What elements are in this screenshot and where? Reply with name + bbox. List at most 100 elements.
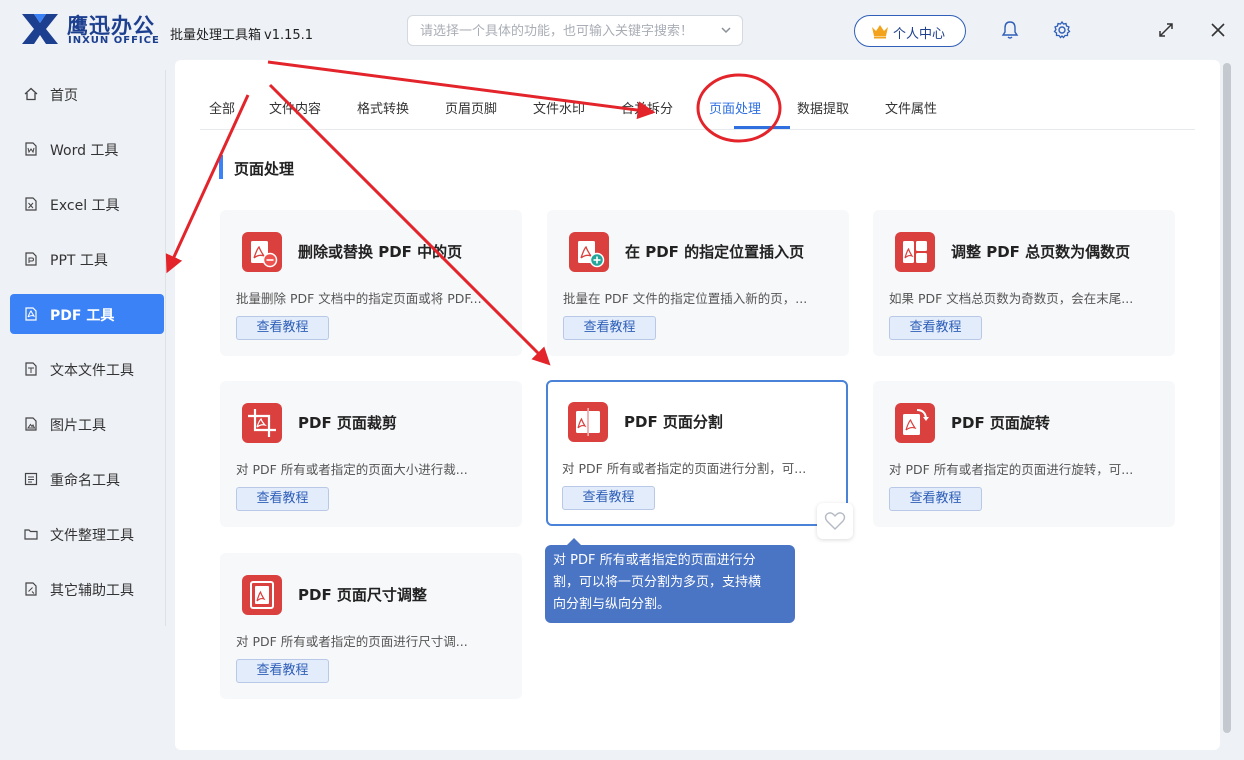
main-scrollbar[interactable] xyxy=(1221,60,1233,750)
tooltip-line: 对 PDF 所有或者指定的页面进行分 xyxy=(553,553,756,568)
tool-card-crop-pages[interactable]: PDF 页面裁剪 对 PDF 所有或者指定的页面大小进行裁... 查看教程 xyxy=(220,381,522,527)
app-title: 批量处理工具箱 v1.15.1 xyxy=(170,28,314,43)
user-center-button[interactable]: 个人中心 xyxy=(854,15,966,47)
maximize-icon[interactable] xyxy=(1156,20,1176,40)
tab-page-processing[interactable]: 页面处理 xyxy=(709,98,761,117)
tool-card-even-pages[interactable]: 调整 PDF 总页数为偶数页 如果 PDF 文档总页数为奇数页，会在末尾... … xyxy=(873,210,1175,356)
sidebar-item-label: 重命名工具 xyxy=(50,473,120,489)
word-file-icon xyxy=(25,142,37,156)
sidebar-item-organize[interactable]: 文件整理工具 xyxy=(10,514,164,554)
sidebar-item-label: 文件整理工具 xyxy=(50,528,134,544)
view-tutorial-button[interactable]: 查看教程 xyxy=(236,659,329,683)
sidebar-divider xyxy=(165,70,166,626)
pdf-even-pages-icon xyxy=(895,232,935,272)
pdf-delete-page-icon xyxy=(242,232,282,272)
sidebar-item-label: PPT 工具 xyxy=(50,253,108,269)
sidebar-item-label: 图片工具 xyxy=(50,418,106,434)
category-tabs: 全部 文件内容 格式转换 页眉页脚 文件水印 合并拆分 页面处理 数据提取 文件… xyxy=(200,60,1195,130)
card-title: 删除或替换 PDF 中的页 xyxy=(298,243,463,261)
sidebar-item-ppt[interactable]: PPT 工具 xyxy=(10,239,164,279)
image-file-icon xyxy=(25,417,37,431)
gear-icon[interactable] xyxy=(1052,20,1072,40)
tab-data-extract[interactable]: 数据提取 xyxy=(797,98,849,117)
tab-all[interactable]: 全部 xyxy=(209,98,235,117)
tool-card-delete-replace-pages[interactable]: 删除或替换 PDF 中的页 批量删除 PDF 文档中的指定页面或将 PDF...… xyxy=(220,210,522,356)
sidebar-item-label: 首页 xyxy=(50,88,78,104)
card-description: 对 PDF 所有或者指定的页面进行旋转，可... xyxy=(889,462,1134,477)
bell-icon[interactable] xyxy=(1000,20,1020,40)
card-description: 如果 PDF 文档总页数为奇数页，会在末尾... xyxy=(889,291,1134,306)
card-title: 调整 PDF 总页数为偶数页 xyxy=(951,243,1131,261)
main-panel: 全部 文件内容 格式转换 页眉页脚 文件水印 合并拆分 页面处理 数据提取 文件… xyxy=(175,60,1220,750)
tool-card-rotate-pages[interactable]: PDF 页面旋转 对 PDF 所有或者指定的页面进行旋转，可... 查看教程 xyxy=(873,381,1175,527)
view-tutorial-button[interactable]: 查看教程 xyxy=(563,316,656,340)
search-box[interactable] xyxy=(407,15,743,46)
view-tutorial-button[interactable]: 查看教程 xyxy=(562,486,655,510)
card-description: 对 PDF 所有或者指定的页面进行尺寸调... xyxy=(236,634,468,649)
card-tooltip: 对 PDF 所有或者指定的页面进行分 割，可以将一页分割为多页，支持横 向分割与… xyxy=(545,538,795,623)
pdf-file-icon xyxy=(25,307,37,321)
excel-file-icon xyxy=(25,197,37,211)
tooltip-line: 割，可以将一页分割为多页，支持横 xyxy=(553,575,762,590)
card-description: 对 PDF 所有或者指定的页面大小进行裁... xyxy=(236,462,468,477)
section-title: 页面处理 xyxy=(234,160,295,178)
tool-card-split-pages[interactable]: PDF 页面分割 对 PDF 所有或者指定的页面进行分割，可... 查看教程 xyxy=(546,380,848,526)
tool-card-resize-pages[interactable]: PDF 页面尺寸调整 对 PDF 所有或者指定的页面进行尺寸调... 查看教程 xyxy=(220,553,522,699)
view-tutorial-button[interactable]: 查看教程 xyxy=(236,316,329,340)
sidebar-item-home[interactable]: 首页 xyxy=(10,74,164,114)
folder-icon xyxy=(24,529,38,540)
tool-card-insert-pages[interactable]: 在 PDF 的指定位置插入页 批量在 PDF 文件的指定位置插入新的页，... … xyxy=(547,210,849,356)
card-title: 在 PDF 的指定位置插入页 xyxy=(625,243,805,261)
card-title: PDF 页面尺寸调整 xyxy=(298,586,427,604)
search-input[interactable] xyxy=(420,22,710,40)
sidebar-item-excel[interactable]: Excel 工具 xyxy=(10,184,164,224)
tab-file-properties[interactable]: 文件属性 xyxy=(885,98,937,117)
sidebar-item-image[interactable]: 图片工具 xyxy=(10,404,164,444)
favorite-button[interactable] xyxy=(817,503,853,539)
card-description: 对 PDF 所有或者指定的页面进行分割，可... xyxy=(562,461,807,476)
sidebar-item-other[interactable]: 其它辅助工具 xyxy=(10,569,164,609)
sidebar-item-label: PDF 工具 xyxy=(50,308,115,324)
tooltip-line: 向分割与纵向分割。 xyxy=(553,597,671,612)
pdf-rotate-icon xyxy=(895,403,935,443)
title-bar: 鹰迅办公 INXUN OFFICE 批量处理工具箱v1.15.1 个人中心 xyxy=(0,0,1244,60)
sidebar-item-word[interactable]: Word 工具 xyxy=(10,129,164,169)
section-marker xyxy=(219,155,223,179)
crown-icon xyxy=(872,25,888,39)
inxun-logo-icon xyxy=(22,14,58,44)
sidebar-item-label: 其它辅助工具 xyxy=(50,583,134,599)
pdf-resize-icon xyxy=(242,575,282,615)
pdf-insert-page-icon xyxy=(569,232,609,272)
sidebar-item-label: 文本文件工具 xyxy=(50,363,134,379)
brand-name-en: INXUN OFFICE xyxy=(68,35,160,46)
scrollbar-thumb[interactable] xyxy=(1223,63,1231,733)
tab-watermark[interactable]: 文件水印 xyxy=(533,98,585,117)
sidebar-item-pdf[interactable]: PDF 工具 xyxy=(10,294,164,334)
tab-format-convert[interactable]: 格式转换 xyxy=(357,98,409,117)
app-version: v1.15.1 xyxy=(264,28,314,43)
card-description: 批量删除 PDF 文档中的指定页面或将 PDF... xyxy=(236,291,482,306)
sidebar-item-label: Word 工具 xyxy=(50,143,119,159)
heart-icon xyxy=(824,512,846,530)
home-icon xyxy=(24,87,38,101)
tab-merge-split[interactable]: 合并拆分 xyxy=(621,98,673,117)
user-center-label: 个人中心 xyxy=(893,27,946,42)
rename-icon xyxy=(24,472,38,486)
tools-icon xyxy=(25,582,37,596)
card-description: 批量在 PDF 文件的指定位置插入新的页，... xyxy=(563,291,808,306)
card-title: PDF 页面分割 xyxy=(624,413,723,431)
chevron-down-icon[interactable] xyxy=(720,24,732,36)
tab-file-content[interactable]: 文件内容 xyxy=(269,98,321,117)
sidebar-item-label: Excel 工具 xyxy=(50,198,120,214)
sidebar: 首页 Word 工具 Excel 工具 PPT 工具 PDF 工具 文本文件工具… xyxy=(0,60,172,760)
view-tutorial-button[interactable]: 查看教程 xyxy=(889,487,982,511)
view-tutorial-button[interactable]: 查看教程 xyxy=(236,487,329,511)
tab-header-footer[interactable]: 页眉页脚 xyxy=(445,98,497,117)
active-tab-underline xyxy=(734,126,790,129)
view-tutorial-button[interactable]: 查看教程 xyxy=(889,316,982,340)
close-icon[interactable] xyxy=(1208,20,1228,40)
sidebar-item-text[interactable]: 文本文件工具 xyxy=(10,349,164,389)
card-title: PDF 页面旋转 xyxy=(951,414,1050,432)
sidebar-item-rename[interactable]: 重命名工具 xyxy=(10,459,164,499)
pdf-split-icon xyxy=(568,402,608,442)
